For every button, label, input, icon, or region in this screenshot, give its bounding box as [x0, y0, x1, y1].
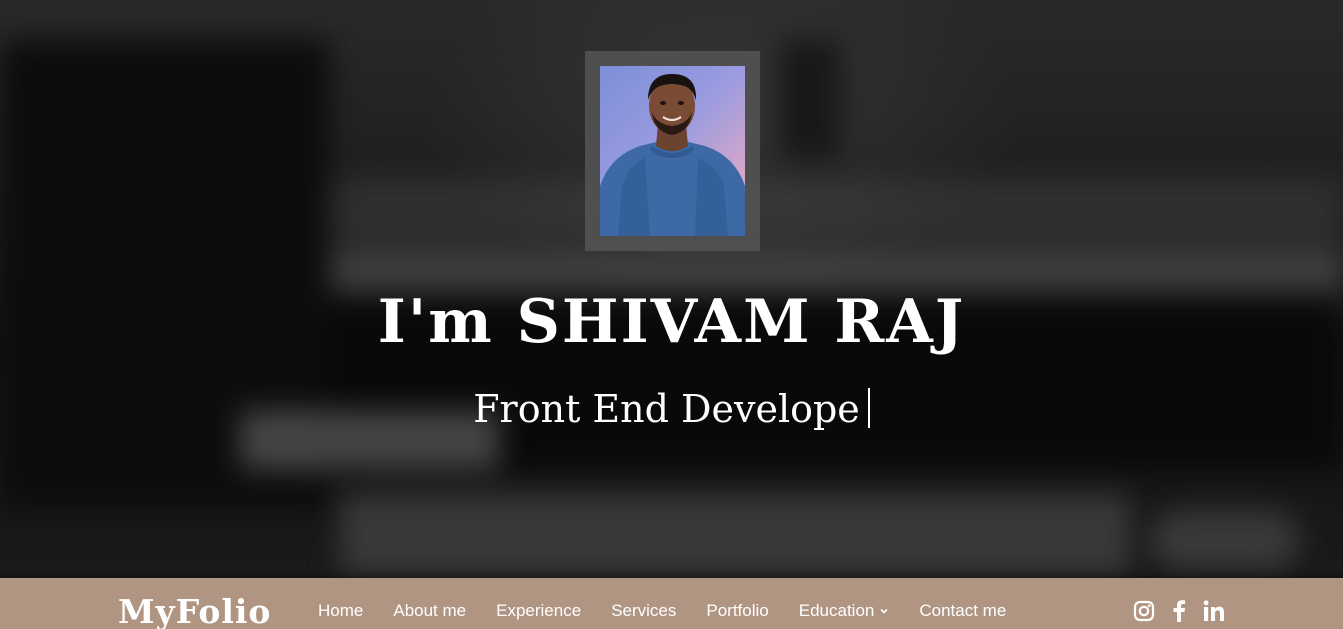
- hero-section: I'm SHIVAM RAJ Front End Develope: [0, 0, 1343, 578]
- profile-photo-frame: [585, 51, 760, 251]
- typed-text: Front End Develope: [473, 387, 860, 431]
- site-logo[interactable]: MyFolio: [118, 590, 271, 629]
- typing-cursor: [867, 388, 870, 428]
- nav-item-portfolio[interactable]: Portfolio: [706, 600, 768, 622]
- nav-item-label: Home: [318, 601, 364, 620]
- nav-menu: Home About me Experience Services Portfo…: [318, 600, 1006, 622]
- nav-item-about-me[interactable]: About me: [393, 600, 466, 622]
- nav-item-label: Portfolio: [706, 601, 769, 620]
- profile-photo: [600, 66, 745, 236]
- navbar: MyFolio Home About me Experience Service…: [0, 578, 1343, 629]
- social-links: [1133, 600, 1225, 622]
- nav-item-label: About me: [393, 601, 467, 620]
- nav-item-services[interactable]: Services: [611, 600, 676, 622]
- nav-item-label: Services: [611, 601, 677, 620]
- nav-item-home[interactable]: Home: [318, 600, 363, 622]
- chevron-down-icon: [879, 606, 889, 616]
- instagram-icon[interactable]: [1133, 600, 1155, 622]
- linkedin-icon[interactable]: [1203, 600, 1225, 622]
- nav-item-contact-me[interactable]: Contact me: [919, 600, 1006, 622]
- nav-item-label: Education: [798, 601, 875, 620]
- nav-item-label: Experience: [496, 601, 582, 620]
- nav-item-education[interactable]: Education: [799, 600, 890, 622]
- nav-item-experience[interactable]: Experience: [496, 600, 581, 622]
- hero-title: I'm SHIVAM RAJ: [377, 287, 966, 357]
- nav-item-label: Contact me: [919, 601, 1007, 620]
- facebook-icon[interactable]: [1172, 600, 1186, 622]
- hero-subtitle: Front End Develope: [0, 385, 1343, 433]
